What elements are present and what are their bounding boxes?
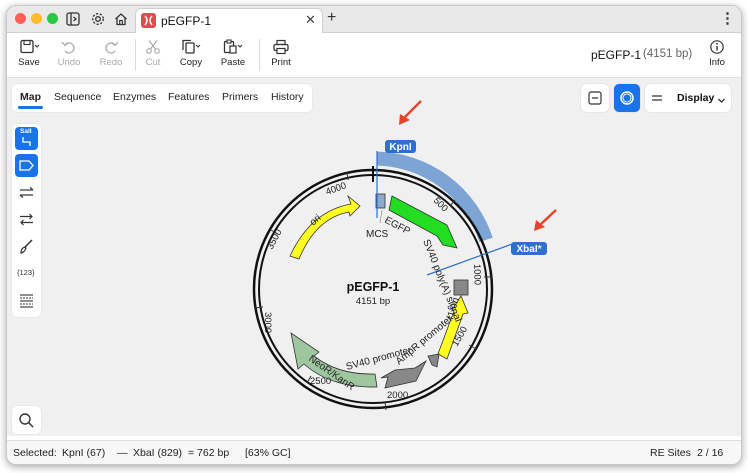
- printer-icon: [273, 39, 289, 55]
- selection-gc: [63% GC]: [245, 447, 291, 459]
- redo-label: Redo: [99, 57, 123, 68]
- undo-label: Undo: [57, 57, 81, 68]
- redo-icon: [105, 41, 119, 54]
- enzyme-label-xbai: XbaI*: [516, 244, 541, 255]
- status-bar: Selected: KpnI (67) — XbaI (829) = 762 b…: [7, 440, 741, 464]
- tick-label: 3000: [262, 312, 273, 333]
- selection-separator: —: [117, 447, 128, 459]
- redo-button[interactable]: Redo: [91, 35, 131, 75]
- toolbar: Save Undo Redo Cut Copy Paste Print pEGF…: [7, 33, 741, 78]
- selected-label: Selected:: [13, 447, 57, 459]
- re-sites-page: 2 / 16: [697, 447, 724, 459]
- tick-label: 2000: [387, 390, 408, 401]
- undo-icon: [61, 41, 75, 54]
- minimize-window-button[interactable]: [31, 13, 42, 24]
- new-tab-icon[interactable]: +: [327, 9, 336, 27]
- close-window-button[interactable]: [15, 13, 26, 24]
- close-tab-icon[interactable]: ✕: [305, 12, 316, 28]
- feature-ori: [289, 194, 361, 260]
- egfp-label-leader: [379, 209, 383, 224]
- zoom-window-button[interactable]: [47, 13, 58, 24]
- selection-start: KpnI (67): [62, 447, 106, 459]
- info-button[interactable]: Info: [697, 35, 737, 75]
- paste-button[interactable]: Paste: [213, 35, 253, 75]
- map-workspace: Map Sequence Enzymes Features Primers Hi…: [7, 78, 741, 436]
- home-icon[interactable]: [113, 11, 129, 27]
- tick-label: 1000: [471, 264, 483, 286]
- copy-button[interactable]: Copy: [171, 35, 211, 75]
- tab-title: pEGFP-1: [161, 14, 212, 28]
- app-logo-icon: [141, 13, 156, 28]
- feature-label-mcs: MCS: [366, 229, 389, 240]
- re-sites-button[interactable]: RE Sites: [650, 447, 691, 459]
- scissors-icon: [146, 40, 160, 54]
- document-size: (4151 bp): [643, 48, 693, 60]
- app-window: pEGFP-1 ✕ + ⋮ Save Undo Redo Cut Copy Pa…: [6, 5, 742, 465]
- selection-length: = 762 bp: [188, 447, 230, 459]
- copy-icon: [182, 39, 201, 54]
- gear-icon[interactable]: [90, 11, 106, 27]
- copy-label: Copy: [179, 57, 203, 68]
- info-icon: [710, 40, 724, 54]
- info-label: Info: [709, 57, 725, 68]
- plasmid-length: 4151 bp: [356, 296, 390, 307]
- paste-icon: [223, 39, 243, 54]
- save-icon: [20, 39, 40, 54]
- tick-label: 4000: [324, 180, 348, 198]
- tick-label: 500: [431, 195, 450, 214]
- tick-label: 2500: [310, 376, 331, 387]
- cut-button[interactable]: Cut: [133, 35, 173, 75]
- print-label: Print: [271, 57, 291, 68]
- document-name: pEGFP-1: [591, 48, 642, 62]
- selection-end: XbaI (829): [133, 447, 183, 459]
- document-tab[interactable]: pEGFP-1 ✕: [135, 8, 323, 33]
- plasmid-name: pEGFP-1: [347, 280, 400, 294]
- sidebar-toggle-icon[interactable]: [65, 11, 81, 27]
- feature-ampr-promoter: [427, 353, 440, 368]
- toolbar-divider: [259, 39, 260, 71]
- paste-label: Paste: [220, 57, 246, 68]
- save-button[interactable]: Save: [9, 35, 49, 75]
- title-bar: pEGFP-1 ✕ + ⋮: [7, 6, 741, 33]
- enzyme-label-kpni: KpnI: [389, 142, 411, 153]
- cut-label: Cut: [145, 57, 161, 68]
- undo-button[interactable]: Undo: [49, 35, 89, 75]
- save-label: Save: [18, 57, 40, 68]
- print-button[interactable]: Print: [261, 35, 301, 75]
- more-menu-icon[interactable]: ⋮: [720, 9, 735, 27]
- plasmid-map[interactable]: KpnI XbaI* 500 1000 1500 2000 2500 3000 …: [7, 78, 741, 436]
- feature-sv40-polya: [453, 279, 469, 296]
